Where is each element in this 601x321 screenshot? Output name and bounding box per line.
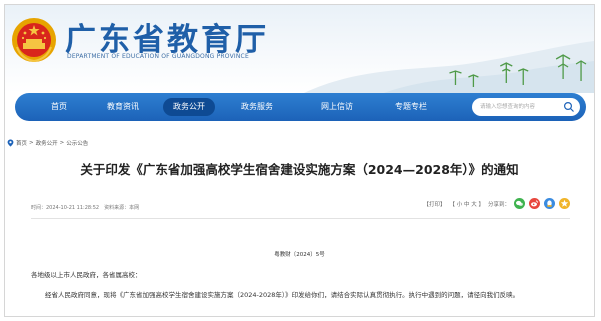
main-nav: 首页 教育资讯 政务公开 政务服务 网上信访 专题专栏 请输入您想查询的内容 bbox=[15, 93, 586, 121]
nav-item-news[interactable]: 教育资讯 bbox=[107, 93, 139, 121]
breadcrumb-separator: > bbox=[29, 140, 34, 146]
divider bbox=[31, 218, 570, 219]
qq-share-icon[interactable] bbox=[544, 198, 555, 209]
location-pin-icon bbox=[7, 139, 14, 147]
site-subtitle: DEPARTMENT OF EDUCATION OF GUANGDONG PRO… bbox=[67, 53, 249, 60]
search-icon[interactable] bbox=[563, 101, 575, 113]
nav-item-petition[interactable]: 网上信访 bbox=[321, 93, 353, 121]
breadcrumb-notices[interactable]: 公示公告 bbox=[66, 139, 88, 147]
weibo-share-icon[interactable] bbox=[529, 198, 540, 209]
search-input[interactable]: 请输入您想查询的内容 bbox=[480, 98, 535, 116]
nav-item-services[interactable]: 政务服务 bbox=[241, 93, 273, 121]
search-box[interactable]: 请输入您想查询的内容 bbox=[472, 98, 580, 116]
article-title: 关于印发《广东省加强高校学生宿舍建设实施方案（2024—2028年）》的通知 bbox=[80, 162, 519, 177]
font-size-switch[interactable]: 【 小 中 大 】 bbox=[449, 200, 484, 208]
wechat-share-icon[interactable] bbox=[514, 198, 525, 209]
share-label: 分享到： bbox=[487, 201, 510, 208]
site-header: 广东省教育厅 DEPARTMENT OF EDUCATION OF GUANGD… bbox=[5, 5, 594, 93]
qzone-share-icon[interactable] bbox=[559, 198, 570, 209]
document-number: 粤教财〔2024〕5号 bbox=[274, 252, 325, 258]
breadcrumb-separator: > bbox=[59, 140, 65, 146]
breadcrumb-home[interactable]: 首页 bbox=[16, 139, 27, 147]
body-paragraph: 经省人民政府同意，现将《广东省加强高校学生宿舍建设实施方案（2024-2028年… bbox=[45, 291, 520, 299]
national-emblem-icon bbox=[12, 18, 56, 63]
nav-item-gov-affairs[interactable]: 政务公开 bbox=[163, 98, 215, 116]
nav-item-home[interactable]: 首页 bbox=[51, 93, 67, 121]
page-frame: 广东省教育厅 DEPARTMENT OF EDUCATION OF GUANGD… bbox=[4, 4, 595, 317]
article-tools: 【打印】 【 小 中 大 】 分享到： bbox=[423, 198, 570, 209]
article-meta: 时间：2024-10-21 11:28:52 资料来源：本网 bbox=[31, 205, 140, 211]
breadcrumb: 首页 > 政务公开 > 公示公告 bbox=[7, 139, 88, 147]
nav-item-topics[interactable]: 专题专栏 bbox=[395, 93, 427, 121]
print-link[interactable]: 【打印】 bbox=[423, 200, 445, 208]
salutation-text: 各地级以上市人民政府，各省属高校： bbox=[31, 271, 142, 279]
breadcrumb-gov-affairs[interactable]: 政务公开 bbox=[36, 139, 58, 147]
